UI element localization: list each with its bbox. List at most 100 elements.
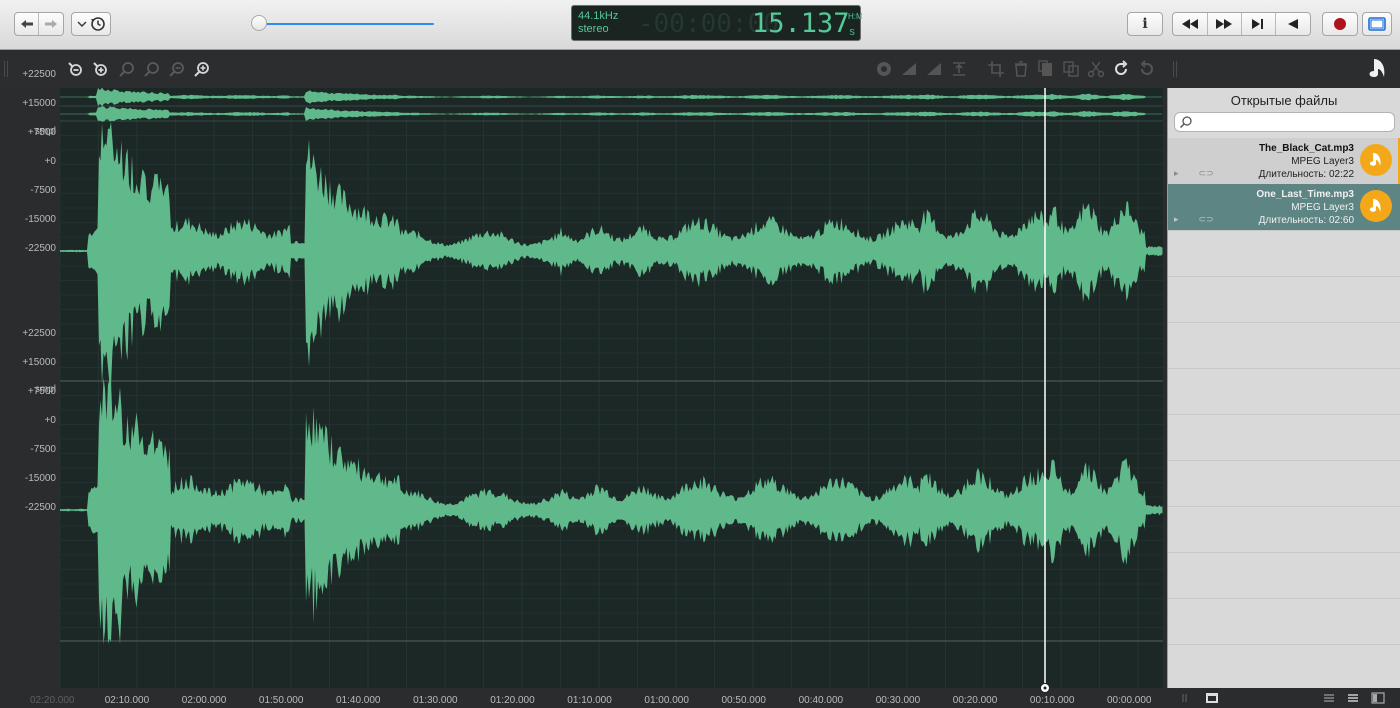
- window-icon[interactable]: [1205, 692, 1219, 704]
- channel-mode: stereo: [578, 23, 609, 35]
- toolbar-grip[interactable]: [4, 61, 8, 77]
- magnifier-icon: [144, 62, 159, 77]
- file-duration: Длительность: 02:22: [1258, 169, 1354, 180]
- empty-row: [1168, 460, 1400, 506]
- record-button[interactable]: [1322, 12, 1358, 36]
- skip-to-end-button[interactable]: [1242, 13, 1276, 35]
- file-format: MPEG Layer3: [1291, 156, 1354, 167]
- music-note-icon: [1369, 59, 1385, 77]
- history-icon: [90, 17, 105, 31]
- file-avatar: [1360, 190, 1392, 222]
- record-icon: [1334, 18, 1346, 30]
- fade-in-button: [924, 59, 944, 79]
- list-view-icon[interactable]: [1323, 693, 1335, 703]
- left-channel-waveform: [60, 122, 1163, 386]
- timeline-ruler[interactable]: 00:00.000 00:10.000 00:20.000 00:30.000 00:4…: [30, 683, 1163, 708]
- paste-button: [1036, 59, 1056, 79]
- fade-out-button: [899, 59, 919, 79]
- crop-icon: [988, 61, 1004, 77]
- rewind-button[interactable]: [1173, 13, 1208, 35]
- time-unit-top: H:M: [848, 12, 863, 21]
- waveform-grid: [59, 105, 1163, 688]
- timeline-label: 01:20.000: [490, 695, 535, 706]
- copy-button: [1061, 59, 1081, 79]
- undo-button[interactable]: [1111, 59, 1131, 79]
- overview-shape: [60, 106, 1162, 122]
- grid-view-icon[interactable]: [1347, 693, 1359, 703]
- play-button[interactable]: [1276, 13, 1310, 35]
- timeline-label: 01:10.000: [567, 695, 612, 706]
- files-search-input[interactable]: [1174, 112, 1395, 132]
- zoom-fit-button: [142, 59, 162, 79]
- right-channel-waveform: [60, 377, 1163, 645]
- magnifier-plus-icon: [194, 62, 209, 77]
- crop-button: [986, 59, 1006, 79]
- toggle-panel-button[interactable]: [1362, 12, 1392, 36]
- chevron-down-icon: [77, 21, 86, 27]
- file-name: The_Black_Cat.mp3: [1258, 143, 1354, 154]
- zoom-selection-button: [117, 59, 137, 79]
- open-files-panel: Открытые файлы ▸ ⊂⊃ The_Black_Cat.mp3 MP…: [1167, 88, 1400, 688]
- grip-icon[interactable]: [1181, 693, 1191, 703]
- file-name: One_Last_Time.mp3: [1256, 189, 1354, 200]
- empty-row: [1168, 506, 1400, 552]
- back-button[interactable]: [15, 13, 40, 35]
- empty-row: [1168, 322, 1400, 368]
- timeline-label: 00:10.000: [1029, 695, 1075, 706]
- volume-slider[interactable]: [246, 14, 438, 34]
- ruler-label: -22500: [24, 243, 56, 254]
- timeline-label: 01:40.000: [336, 695, 381, 706]
- waveform-svg: [59, 87, 1163, 688]
- sidebar-grip[interactable]: [1173, 61, 1177, 77]
- waveform-shape: [60, 122, 1163, 386]
- file-format: MPEG Layer3: [1291, 202, 1354, 213]
- ruler-label: -7500: [30, 444, 56, 455]
- info-button[interactable]: i: [1127, 12, 1163, 36]
- playhead-handle[interactable]: [1039, 682, 1051, 694]
- app-logo: [1364, 55, 1392, 83]
- zoom-in-button[interactable]: [192, 59, 212, 79]
- open-files-title: Открытые файлы: [1230, 93, 1338, 108]
- history-button[interactable]: [71, 12, 111, 36]
- nav-segment: [14, 12, 64, 36]
- timeline-label: 01:30.000: [413, 695, 458, 706]
- ruler-label: +22500: [22, 328, 56, 339]
- timeline-end-label: 02:20.000: [30, 695, 75, 706]
- trash-icon: [1015, 61, 1027, 77]
- sidebar-toggle-icon[interactable]: [1371, 692, 1385, 704]
- waveform-canvas[interactable]: [59, 87, 1163, 688]
- zoom-in-horizontal-button[interactable]: [91, 59, 111, 79]
- fast-forward-button[interactable]: [1208, 13, 1242, 35]
- ruler-label: +15000: [22, 357, 56, 368]
- time-unit-bottom: S: [849, 28, 855, 37]
- current-time: 15.137: [752, 8, 850, 39]
- volume-track: [252, 23, 434, 25]
- ruler-label: -7500: [30, 185, 56, 196]
- normalize-icon: [953, 62, 965, 76]
- timeline-label: 00:30.000: [875, 695, 921, 706]
- time-unit: H:M S: [848, 12, 863, 38]
- arrow-left-icon: [20, 20, 33, 28]
- ruler-label: +15000: [22, 98, 56, 109]
- file-item-the-black-cat[interactable]: ▸ ⊂⊃ The_Black_Cat.mp3 MPEG Layer3 Длите…: [1168, 138, 1400, 184]
- file-item-one-last-time[interactable]: ▸ ⊂⊃ One_Last_Time.mp3 MPEG Layer3 Длите…: [1168, 184, 1400, 230]
- sidebar-header: [1167, 51, 1400, 87]
- transport-controls: [1172, 12, 1311, 36]
- amplitude-ruler: smpl smpl +22500 +15000 +7500 +0 -7500 -15000…: [0, 69, 60, 708]
- zoom-out-icon: [68, 62, 82, 76]
- forward-button[interactable]: [39, 13, 63, 35]
- copy-icon: [1063, 61, 1079, 77]
- empty-row: [1168, 644, 1400, 690]
- zoom-out-horizontal-button[interactable]: [66, 59, 86, 79]
- magnifier-icon: [119, 62, 134, 77]
- timeline-label: 02:10.000: [104, 695, 150, 706]
- top-toolbar: 44.1kHz stereo -00:00:00 15.137 H:M S i: [0, 0, 1400, 50]
- volume-knob[interactable]: [251, 15, 268, 31]
- music-note-icon: [1369, 198, 1381, 212]
- sample-rate: 44.1kHz: [578, 10, 619, 22]
- ruler-label: +0: [44, 415, 56, 426]
- timeline-label: 00:00.000: [1107, 695, 1152, 706]
- magnifier-minus-icon: [169, 62, 184, 77]
- music-note-icon: [1369, 152, 1381, 166]
- timeline-label: 00:20.000: [952, 695, 998, 706]
